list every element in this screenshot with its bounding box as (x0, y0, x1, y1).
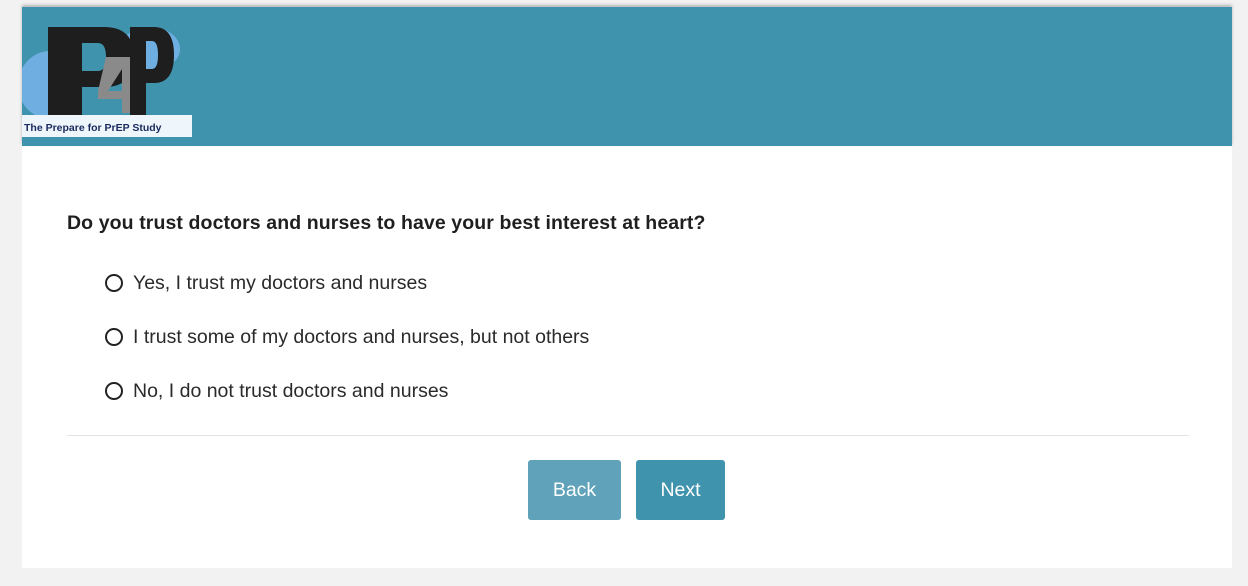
option-label: I trust some of my doctors and nurses, b… (133, 325, 590, 348)
option-label: Yes, I trust my doctors and nurses (133, 271, 428, 294)
radio-button[interactable] (105, 274, 123, 292)
logo-tagline: The Prepare for PrEP Study (24, 122, 162, 134)
question-text: Do you trust doctors and nurses to have … (67, 212, 706, 234)
survey-card: The Prepare for PrEP Study Do you trust … (22, 7, 1232, 568)
next-button[interactable]: Next (636, 460, 725, 520)
option-label: No, I do not trust doctors and nurses (133, 379, 449, 402)
back-button[interactable]: Back (528, 460, 621, 520)
option-yes-trust[interactable]: Yes, I trust my doctors and nurses (105, 256, 589, 310)
divider (67, 435, 1189, 436)
answer-options: Yes, I trust my doctors and nurses I tru… (105, 256, 589, 418)
p4p-logo: The Prepare for PrEP Study (22, 7, 192, 146)
radio-button[interactable] (105, 328, 123, 346)
header-banner: The Prepare for PrEP Study (22, 7, 1232, 146)
option-trust-some[interactable]: I trust some of my doctors and nurses, b… (105, 310, 589, 364)
option-no-trust[interactable]: No, I do not trust doctors and nurses (105, 364, 589, 418)
radio-button[interactable] (105, 382, 123, 400)
